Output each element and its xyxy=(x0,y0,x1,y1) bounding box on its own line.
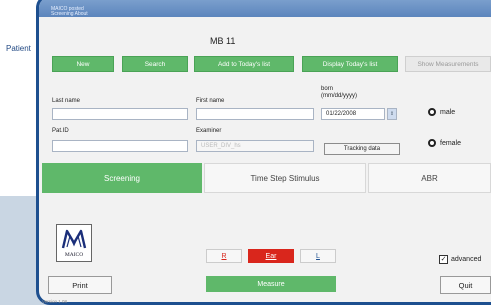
radio-circle-icon xyxy=(428,139,436,147)
window-caption: MB 11 xyxy=(210,36,236,46)
born-label: born xyxy=(321,86,334,92)
female-label: female xyxy=(440,139,462,147)
tracking-data-button[interactable]: Tracking data xyxy=(324,143,400,155)
logo-text: MAICO xyxy=(64,252,84,258)
pat-id-label: Pat.ID xyxy=(52,128,69,134)
born-format-label: (mm/dd/yyyy) xyxy=(321,93,357,99)
measure-button[interactable]: Measure xyxy=(206,276,336,292)
show-measurements-button[interactable]: Show Measurements xyxy=(405,56,491,72)
date-spinner-icon[interactable]: ⇕ xyxy=(387,108,397,120)
ear-left-button[interactable]: L xyxy=(300,249,336,263)
last-name-input[interactable] xyxy=(52,108,188,120)
status-text: Version 1.08 xyxy=(42,299,68,304)
check-icon: ✓ xyxy=(439,255,448,264)
display-today-button[interactable]: Display Today's list xyxy=(302,56,398,72)
male-radio[interactable]: male xyxy=(428,108,455,116)
new-button[interactable]: New xyxy=(52,56,114,72)
pat-id-input[interactable] xyxy=(52,140,188,152)
search-button[interactable]: Search xyxy=(122,56,188,72)
first-name-label: First name xyxy=(196,98,225,104)
tab-screening[interactable]: Screening xyxy=(42,163,202,193)
advanced-label: advanced xyxy=(451,256,482,263)
print-button[interactable]: Print xyxy=(48,276,112,294)
examiner-select[interactable]: USER_DIV_hs xyxy=(196,140,314,152)
title-bar: MAICO posted Screening About xyxy=(39,0,491,17)
ear-button[interactable]: Ear xyxy=(248,249,294,263)
male-label: male xyxy=(440,108,456,116)
patient-group-label: Patient xyxy=(6,44,31,53)
menu-text[interactable]: Screening About xyxy=(51,11,88,17)
maico-logo: MAICO xyxy=(56,224,92,262)
tab-abr[interactable]: ABR xyxy=(368,163,491,193)
ear-right-button[interactable]: R xyxy=(206,249,242,263)
add-to-today-button[interactable]: Add to Today's list xyxy=(194,56,294,72)
first-name-input[interactable] xyxy=(196,108,314,120)
born-date-input[interactable]: 01/22/2008 xyxy=(321,108,385,120)
maico-m-icon xyxy=(61,229,87,249)
female-radio[interactable]: female xyxy=(428,139,461,147)
examiner-label: Examiner xyxy=(196,128,222,134)
tab-time-step-stimulus[interactable]: Time Step Stimulus xyxy=(204,163,366,193)
advanced-checkbox[interactable]: ✓ advanced xyxy=(439,255,481,264)
radio-circle-icon xyxy=(428,108,436,116)
last-name-label: Last name xyxy=(52,98,81,104)
quit-button[interactable]: Quit xyxy=(440,276,491,294)
